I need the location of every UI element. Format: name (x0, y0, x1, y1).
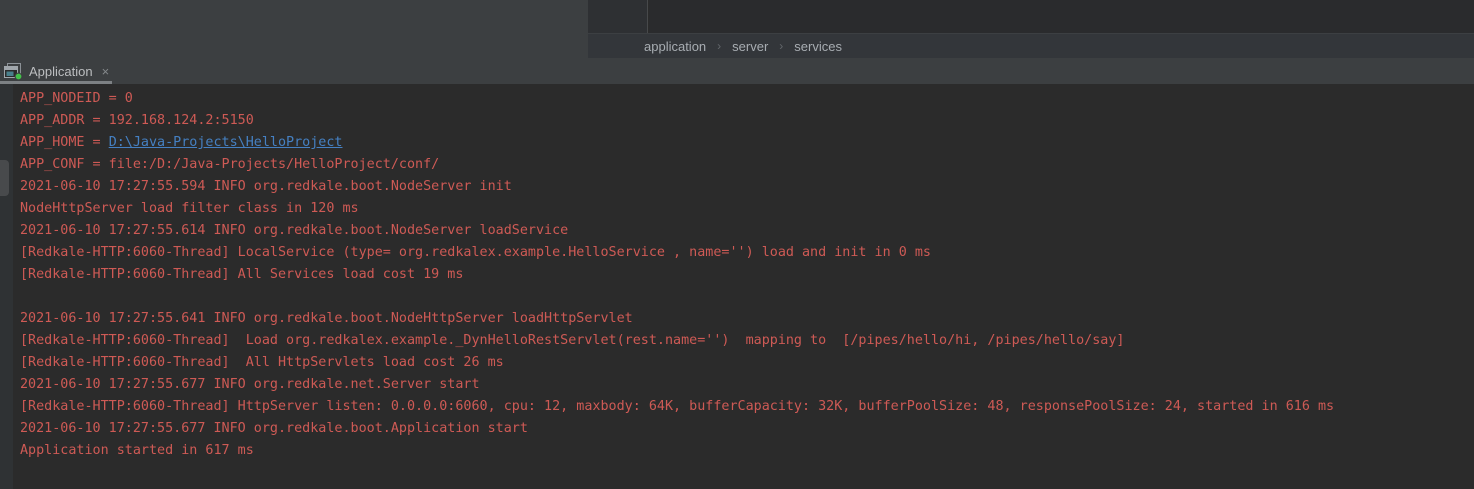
breadcrumb-separator-icon: › (779, 39, 783, 53)
breadcrumb-item-services[interactable]: services (794, 39, 842, 54)
console-log-line: APP_ADDR = 192.168.124.2:5150 (0, 110, 1474, 132)
breadcrumb-item-server[interactable]: server (732, 39, 768, 54)
tab-close-icon[interactable]: × (102, 65, 110, 78)
console-log-line: 2021-06-10 17:27:55.677 INFO org.redkale… (0, 418, 1474, 440)
console-log-line: 2021-06-10 17:27:55.594 INFO org.redkale… (0, 176, 1474, 198)
console-running-icon (4, 63, 23, 80)
ide-run-window: application › server › services Application … (0, 0, 1474, 489)
console-log-line: APP_CONF = file:/D:/Java-Projects/HelloP… (0, 154, 1474, 176)
breadcrumb-separator-icon: › (717, 39, 721, 53)
breadcrumb-item-application[interactable]: application (644, 39, 706, 54)
console-log-line: [Redkale-HTTP:6060-Thread] HttpServer li… (0, 396, 1474, 418)
console-log-line: 2021-06-10 17:27:55.677 INFO org.redkale… (0, 374, 1474, 396)
console-log-line: NodeHttpServer load filter class in 120 … (0, 198, 1474, 220)
editor-pane-right (649, 0, 1474, 33)
console-log-line: [Redkale-HTTP:6060-Thread] Load org.redk… (0, 330, 1474, 352)
console-log-line: [Redkale-HTTP:6060-Thread] LocalService … (0, 242, 1474, 264)
run-tool-window-tab-bar: Application × (0, 58, 1474, 84)
tab-application-label: Application (29, 64, 93, 79)
editor-pane-left (0, 0, 588, 58)
console-log-line: Application started in 617 ms (0, 440, 1474, 462)
console-output[interactable]: APP_NODEID = 0APP_ADDR = 192.168.124.2:5… (0, 84, 1474, 489)
file-path-link[interactable]: D:\Java-Projects\HelloProject (109, 135, 343, 150)
console-log-line: 2021-06-10 17:27:55.614 INFO org.redkale… (0, 220, 1474, 242)
console-log-line: APP_HOME = D:\Java-Projects\HelloProject (0, 132, 1474, 154)
breadcrumb: application › server › services (588, 33, 1474, 58)
console-log-line: 2021-06-10 17:27:55.641 INFO org.redkale… (0, 308, 1474, 330)
editor-pane-split (588, 0, 648, 33)
console-log-line: APP_NODEID = 0 (0, 88, 1474, 110)
console-log-line: [Redkale-HTTP:6060-Thread] All HttpServl… (0, 352, 1474, 374)
console-log-line (0, 286, 1474, 308)
console-log-lines: APP_NODEID = 0APP_ADDR = 192.168.124.2:5… (0, 88, 1474, 462)
console-log-line: [Redkale-HTTP:6060-Thread] All Services … (0, 264, 1474, 286)
log-text: APP_HOME = (20, 135, 109, 150)
